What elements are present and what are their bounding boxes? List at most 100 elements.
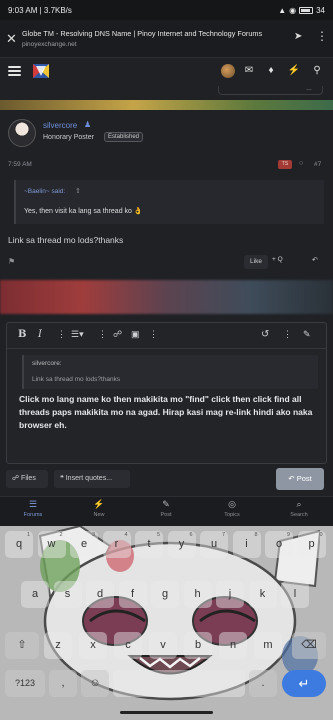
inbox-icon[interactable]: ✉ bbox=[242, 65, 256, 76]
key-z[interactable]: z bbox=[44, 632, 72, 659]
key-h[interactable]: h bbox=[183, 581, 212, 608]
enter-key[interactable]: ↵ bbox=[282, 670, 326, 697]
more-options-icon[interactable]: ⋮ bbox=[57, 329, 66, 340]
image-icon[interactable]: ▣ bbox=[131, 329, 140, 340]
key-t[interactable]: t5 bbox=[135, 531, 163, 558]
battery-icon bbox=[299, 6, 314, 14]
hamburger-menu-icon[interactable] bbox=[8, 66, 21, 76]
space-bar[interactable] bbox=[113, 670, 245, 697]
post-button[interactable]: ↶ Post bbox=[276, 468, 324, 490]
emoji-key[interactable]: ☺ bbox=[81, 670, 109, 697]
status-bar: 9:03 AM | 3.7KB/s ▲ ◉ 34 bbox=[0, 0, 333, 20]
key-m[interactable]: m bbox=[254, 632, 282, 659]
share-icon[interactable]: ○ bbox=[299, 160, 303, 167]
key-label: z bbox=[55, 639, 61, 651]
author-name[interactable]: silvercore bbox=[43, 121, 77, 130]
files-button[interactable]: ☍ Files bbox=[6, 470, 48, 488]
post-timestamp[interactable]: 7:59 AM bbox=[8, 161, 32, 168]
gesture-navigation-bar[interactable] bbox=[0, 704, 333, 720]
post-separator-banner bbox=[0, 100, 333, 110]
more-options-icon[interactable]: ⋮ bbox=[98, 329, 107, 340]
nav-search[interactable]: ⌕ Search bbox=[279, 499, 319, 518]
close-icon[interactable]: ✕ bbox=[6, 31, 17, 47]
key-v[interactable]: v bbox=[149, 632, 177, 659]
key-f[interactable]: f bbox=[118, 581, 147, 608]
key-hint: 7 bbox=[221, 532, 225, 538]
key-u[interactable]: u7 bbox=[200, 531, 228, 558]
key-label: a bbox=[31, 588, 39, 600]
key-s[interactable]: s bbox=[53, 581, 82, 608]
quote-arrow-icon[interactable]: ⇧ bbox=[75, 187, 81, 195]
key-hint: 6 bbox=[189, 532, 193, 538]
key-j[interactable]: j bbox=[216, 581, 244, 608]
more-options-icon[interactable]: ⋮ bbox=[283, 329, 292, 340]
key-e[interactable]: e3 bbox=[70, 531, 98, 558]
key-b[interactable]: b bbox=[184, 632, 212, 659]
key-q[interactable]: q1 bbox=[5, 531, 33, 558]
italic-icon[interactable]: I bbox=[38, 329, 42, 340]
quote-author[interactable]: ~Baelin~ said: bbox=[24, 188, 65, 195]
key-a[interactable]: a bbox=[21, 581, 49, 608]
key-k[interactable]: k bbox=[248, 581, 277, 608]
lightning-icon[interactable]: ⚡ bbox=[287, 65, 301, 76]
author-avatar[interactable] bbox=[8, 119, 36, 147]
search-icon[interactable]: ⚲ bbox=[310, 65, 324, 76]
home-handle[interactable] bbox=[120, 711, 213, 714]
key-label: n bbox=[229, 639, 237, 651]
shift-key[interactable]: ⇧ bbox=[5, 632, 39, 659]
key-x[interactable]: x bbox=[79, 632, 107, 659]
status-badge: Established bbox=[104, 132, 144, 142]
preview-icon[interactable]: ✎ bbox=[303, 329, 311, 340]
key-y[interactable]: y6 bbox=[167, 531, 196, 558]
paperclip-icon: ☍ bbox=[12, 475, 20, 482]
reply-editor[interactable]: B I ⋮ ☰▾ ⋮ ☍ ▣ ⋮ ↺ ⋮ ✎ silvercore: Link … bbox=[6, 322, 327, 464]
key-l[interactable]: l bbox=[281, 581, 309, 608]
banner-ad bbox=[0, 280, 333, 314]
key-n[interactable]: n bbox=[219, 632, 247, 659]
nav-forums[interactable]: ☰ Forums bbox=[13, 499, 53, 518]
link-icon[interactable]: ☍ bbox=[113, 329, 122, 340]
key-i[interactable]: i8 bbox=[232, 531, 261, 558]
more-options-icon[interactable]: ⋮ bbox=[149, 329, 158, 340]
onscreen-keyboard: q1w2e3r4t5y6u7i8o9p0 a sdf g hjkl z x c vb n m ⇧… bbox=[0, 526, 333, 704]
more-menu-icon[interactable]: ⋮ bbox=[316, 29, 328, 43]
post-number[interactable]: #7 bbox=[314, 161, 321, 168]
key-g[interactable]: g bbox=[151, 581, 179, 608]
numbers-symbols-key[interactable]: ?123 bbox=[5, 670, 45, 697]
share-icon[interactable]: ➤ bbox=[294, 31, 302, 42]
key-o[interactable]: o9 bbox=[265, 531, 293, 558]
nav-new[interactable]: ⚡ New bbox=[79, 499, 119, 518]
bold-icon[interactable]: B bbox=[18, 329, 26, 340]
undo-icon[interactable]: ↺ bbox=[261, 329, 269, 340]
key-label: c bbox=[125, 639, 131, 651]
nav-topics[interactable]: ◎ Topics bbox=[212, 499, 252, 518]
key-d[interactable]: d bbox=[86, 581, 114, 608]
quote-button[interactable]: + Q bbox=[272, 256, 283, 263]
key-label: p bbox=[308, 538, 315, 550]
key-label: w bbox=[47, 538, 56, 550]
insert-quotes-button[interactable]: ❝ Insert quotes... bbox=[54, 470, 130, 488]
period-key[interactable]: . bbox=[249, 670, 277, 697]
key-label: g bbox=[161, 588, 169, 600]
like-button[interactable]: Like bbox=[244, 255, 268, 269]
site-logo[interactable] bbox=[30, 60, 52, 82]
key-w[interactable]: w2 bbox=[37, 531, 66, 558]
report-flag-icon[interactable]: ⚑ bbox=[8, 257, 15, 266]
list-icon[interactable]: ☰▾ bbox=[71, 329, 84, 340]
bell-icon[interactable]: ♦ bbox=[264, 65, 278, 76]
lightning-icon: ⚡ bbox=[93, 499, 105, 509]
key-r[interactable]: r4 bbox=[102, 531, 131, 558]
author-title: Honorary Poster bbox=[43, 134, 94, 141]
key-c[interactable]: c bbox=[114, 632, 142, 659]
key-p[interactable]: p0 bbox=[297, 531, 326, 558]
backspace-key[interactable]: ⌫ bbox=[292, 632, 326, 659]
user-avatar-icon[interactable] bbox=[221, 64, 235, 78]
comma-key[interactable]: , bbox=[49, 670, 77, 697]
wifi-icon: ◉ bbox=[289, 5, 297, 15]
key-hint: 4 bbox=[124, 532, 128, 538]
reply-icon[interactable]: ↶ bbox=[312, 256, 318, 264]
thread-starter-badge: TS bbox=[278, 160, 292, 169]
previous-post-actions: … bbox=[218, 86, 323, 95]
editor-draft-text[interactable]: Click mo lang name ko then makikita mo "… bbox=[19, 393, 319, 432]
nav-post[interactable]: ✎ Post bbox=[146, 499, 186, 518]
